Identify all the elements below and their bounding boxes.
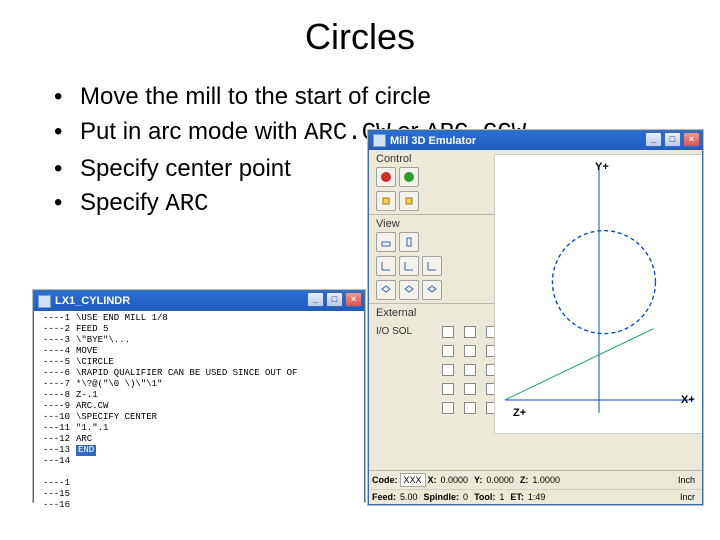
run-icon bbox=[404, 172, 414, 182]
ext-checkbox[interactable] bbox=[442, 402, 454, 414]
iso-icon bbox=[380, 284, 392, 296]
y-readout: 0.0000 bbox=[484, 475, 518, 485]
view-button[interactable] bbox=[422, 280, 442, 300]
tool-icon bbox=[403, 195, 415, 207]
view-button[interactable] bbox=[376, 232, 396, 252]
window-title-text: LX1_CYLINDR bbox=[55, 295, 130, 307]
ext-checkbox[interactable] bbox=[442, 326, 454, 338]
view-icon bbox=[403, 236, 415, 248]
ext-checkbox[interactable] bbox=[464, 326, 476, 338]
axes-icon bbox=[426, 260, 438, 272]
bullet-item: Move the mill to the start of circle bbox=[60, 80, 720, 115]
stop-icon bbox=[381, 172, 391, 182]
axis-label-z: Z+ bbox=[513, 407, 526, 419]
tool-readout: 1 bbox=[497, 492, 508, 502]
axis-label-y: Y+ bbox=[595, 161, 609, 173]
tool-icon bbox=[380, 195, 392, 207]
maximize-button[interactable]: □ bbox=[326, 292, 343, 307]
window-title-text: Mill 3D Emulator bbox=[390, 135, 476, 147]
ext-checkbox[interactable] bbox=[442, 383, 454, 395]
feed-readout: 5.00 bbox=[398, 492, 422, 502]
view-button[interactable] bbox=[399, 256, 419, 276]
iso-icon bbox=[403, 284, 415, 296]
minimize-button[interactable]: _ bbox=[307, 292, 324, 307]
ext-checkbox[interactable] bbox=[442, 345, 454, 357]
view-button[interactable] bbox=[422, 256, 442, 276]
emulator-window: Mill 3D Emulator _ □ × Control View Exte… bbox=[368, 130, 703, 505]
spindle-readout: 0 bbox=[461, 492, 472, 502]
window-icon bbox=[38, 295, 51, 308]
x-readout: 0.0000 bbox=[439, 475, 473, 485]
ext-row-label: I/O SOL bbox=[376, 326, 436, 337]
view-icon bbox=[380, 236, 392, 248]
axes-icon bbox=[380, 260, 392, 272]
code-body[interactable]: ----1----2----3----4----5----6----7----8… bbox=[34, 311, 364, 511]
window-titlebar[interactable]: Mill 3D Emulator _ □ × bbox=[369, 131, 702, 150]
close-button[interactable]: × bbox=[683, 132, 700, 147]
et-readout: 1:49 bbox=[526, 492, 550, 502]
status-bar: Code:XXX X:0.0000 Y:0.0000 Z:1.0000 Inch… bbox=[369, 470, 702, 504]
line-number-gutter: ----1----2----3----4----5----6----7----8… bbox=[34, 313, 76, 511]
view-button[interactable] bbox=[399, 232, 419, 252]
minimize-button[interactable]: _ bbox=[645, 132, 662, 147]
code-field: XXX bbox=[400, 473, 426, 487]
stop-button[interactable] bbox=[376, 167, 396, 187]
axes-icon bbox=[403, 260, 415, 272]
ext-checkbox[interactable] bbox=[464, 383, 476, 395]
z-readout: 1.0000 bbox=[530, 475, 564, 485]
maximize-button[interactable]: □ bbox=[664, 132, 681, 147]
close-button[interactable]: × bbox=[345, 292, 362, 307]
mode-label: Incr bbox=[678, 492, 699, 502]
window-icon bbox=[373, 134, 386, 147]
ext-checkbox[interactable] bbox=[464, 345, 476, 357]
iso-icon bbox=[426, 284, 438, 296]
window-titlebar[interactable]: LX1_CYLINDR _ □ × bbox=[34, 291, 364, 311]
view-button[interactable] bbox=[399, 280, 419, 300]
tool-button[interactable] bbox=[376, 191, 396, 211]
axis-label-x: X+ bbox=[681, 394, 695, 406]
run-button[interactable] bbox=[399, 167, 419, 187]
status-row-1: Code:XXX X:0.0000 Y:0.0000 Z:1.0000 Inch bbox=[369, 471, 702, 489]
ext-checkbox[interactable] bbox=[464, 364, 476, 376]
slide-title: Circles bbox=[0, 0, 720, 58]
status-row-2: Feed:5.00 Spindle:0 Tool:1 ET:1:49 Incr bbox=[369, 489, 702, 504]
code-text[interactable]: \USE END MILL 1/8FEED 5\"BYE"\...MOVE\CI… bbox=[76, 313, 364, 511]
ext-checkbox[interactable] bbox=[442, 364, 454, 376]
tool-button[interactable] bbox=[399, 191, 419, 211]
code-editor-window: LX1_CYLINDR _ □ × ----1----2----3----4--… bbox=[33, 290, 365, 502]
drawing-canvas: Y+ Z+ X+ bbox=[494, 154, 703, 434]
ext-checkbox[interactable] bbox=[464, 402, 476, 414]
view-button[interactable] bbox=[376, 280, 396, 300]
view-button[interactable] bbox=[376, 256, 396, 276]
unit-label: Inch bbox=[676, 475, 699, 485]
